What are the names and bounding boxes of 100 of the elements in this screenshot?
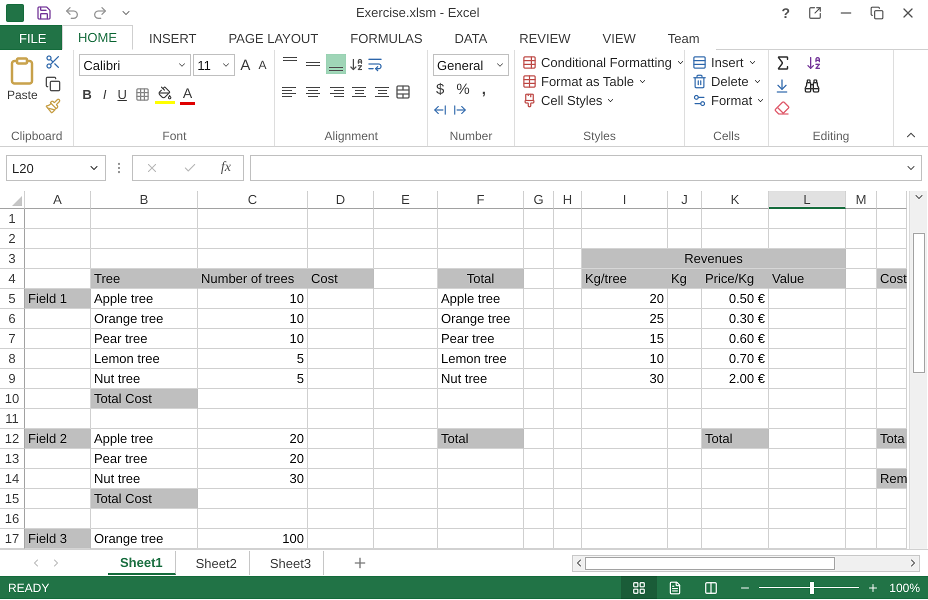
font-name-field[interactable]: Calibri: [79, 54, 192, 76]
table-cell: Lemon tree: [91, 349, 198, 369]
currency-button[interactable]: $: [433, 80, 448, 99]
styles-menu-button[interactable]: Conditional Formatting: [520, 54, 687, 71]
table-cell: [877, 349, 907, 369]
bold-button[interactable]: B: [79, 86, 95, 103]
column-header[interactable]: G: [524, 191, 554, 209]
formula-input[interactable]: [250, 155, 922, 181]
table-cell: Kg/tree: [582, 269, 668, 289]
cut-icon[interactable]: [44, 54, 61, 70]
table-cell: Field 2: [25, 429, 91, 449]
binoculars-icon[interactable]: [804, 78, 820, 94]
align-bottom-button[interactable]: [326, 54, 346, 74]
column-header[interactable]: J: [668, 191, 702, 209]
columns-icon: [704, 580, 718, 594]
zoom-in-icon[interactable]: [867, 582, 880, 594]
column-header[interactable]: F: [438, 191, 524, 209]
table-cell: [308, 469, 374, 489]
copy-icon[interactable]: [44, 76, 61, 92]
sheet-tab[interactable]: Sheet1: [108, 551, 176, 575]
font-size-field[interactable]: 11: [193, 54, 236, 76]
table-cell: Tota: [877, 429, 907, 449]
table-cell: [524, 429, 554, 449]
column-header[interactable]: H: [554, 191, 582, 209]
scroll-thumb[interactable]: [585, 556, 835, 570]
wrap-text-icon[interactable]: [367, 56, 384, 72]
grow-font-button[interactable]: A: [237, 56, 254, 74]
column-header[interactable]: E: [374, 191, 438, 209]
table-cell: [846, 309, 877, 329]
table-cell: [25, 449, 91, 469]
table-cell: [374, 389, 438, 409]
group-label: Styles: [583, 129, 616, 145]
horizontal-scrollbar[interactable]: [572, 554, 920, 572]
sort-filter-icon[interactable]: [806, 55, 822, 71]
shrink-font-button[interactable]: A: [255, 57, 270, 73]
styles-menu-button[interactable]: Cell Styles: [520, 92, 687, 109]
table-cell: [524, 229, 554, 249]
table-cell: [25, 489, 91, 509]
decrease-decimal-icon[interactable]: [453, 103, 468, 117]
table-cell: [25, 469, 91, 489]
table-cell: [308, 509, 374, 529]
table-cell: [25, 329, 91, 349]
column-header[interactable]: D: [308, 191, 374, 209]
styles-menu-button[interactable]: Format as Table: [520, 73, 687, 90]
comma-button[interactable]: ,: [478, 80, 489, 99]
number-format-field[interactable]: General: [433, 54, 510, 76]
cells-menu-button[interactable]: Insert: [690, 54, 768, 71]
eraser-icon[interactable]: [774, 100, 790, 116]
fill-color-button[interactable]: [154, 85, 175, 104]
ribbon-display-icon[interactable]: [808, 6, 822, 20]
italic-button[interactable]: I: [100, 86, 110, 103]
merge-cells-icon[interactable]: [395, 84, 412, 100]
column-header[interactable]: C: [198, 191, 308, 209]
column-header[interactable]: L: [769, 191, 846, 209]
table-cell: Apple tree: [91, 289, 198, 309]
help-button[interactable]: ?: [779, 4, 792, 20]
table-cell: [374, 289, 438, 309]
column-header[interactable]: I: [582, 191, 668, 209]
borders-icon[interactable]: [134, 87, 150, 102]
name-box[interactable]: L20: [6, 155, 106, 181]
view-normal-button[interactable]: [621, 576, 658, 599]
zoom-thumb[interactable]: [810, 582, 814, 594]
column-header[interactable]: A: [25, 191, 91, 209]
table-cell: 10: [198, 289, 308, 309]
table-cell: Apple tree: [91, 429, 198, 449]
redo-icon[interactable]: [92, 4, 108, 20]
table-cell: [846, 329, 877, 349]
scroll-thumb[interactable]: [912, 233, 924, 373]
vertical-scrollbar[interactable]: [909, 191, 927, 549]
table-cell: [308, 209, 374, 229]
percent-button[interactable]: %: [453, 80, 473, 99]
ribbon-tab[interactable]: FILE: [0, 25, 62, 50]
table-cell: [524, 509, 554, 529]
table-cell: Nut tree: [438, 369, 524, 389]
orientation-icon[interactable]: [349, 56, 364, 72]
undo-icon[interactable]: [64, 4, 80, 20]
table-cell: [524, 249, 554, 269]
caret-icon: [676, 58, 685, 67]
column-header[interactable]: M: [846, 191, 877, 209]
table-cell: [554, 389, 582, 409]
cells-menu-button[interactable]: Delete: [690, 73, 768, 90]
restore-icon[interactable]: [870, 6, 884, 20]
cells-menu-button[interactable]: Format: [690, 92, 768, 109]
table-cell: [668, 429, 702, 449]
table-cell: [702, 209, 769, 229]
ribbon-tab[interactable]: HOME: [62, 25, 133, 50]
column-header[interactable]: K: [702, 191, 769, 209]
paste-button[interactable]: Paste: [5, 54, 40, 129]
insert-function-button[interactable]: fx: [220, 160, 231, 176]
increase-decimal-icon[interactable]: [433, 103, 448, 117]
table-cell: [524, 469, 554, 489]
table-cell: [308, 309, 374, 329]
column-header[interactable]: B: [91, 191, 198, 209]
table-cell: [554, 249, 582, 269]
save-icon[interactable]: [36, 4, 52, 20]
font-color-button[interactable]: A: [180, 84, 196, 105]
caret-icon: [748, 58, 757, 67]
table-cell: Pear tree: [91, 329, 198, 349]
underline-button[interactable]: U: [114, 86, 130, 103]
table-cell: Total Cost: [91, 389, 198, 409]
